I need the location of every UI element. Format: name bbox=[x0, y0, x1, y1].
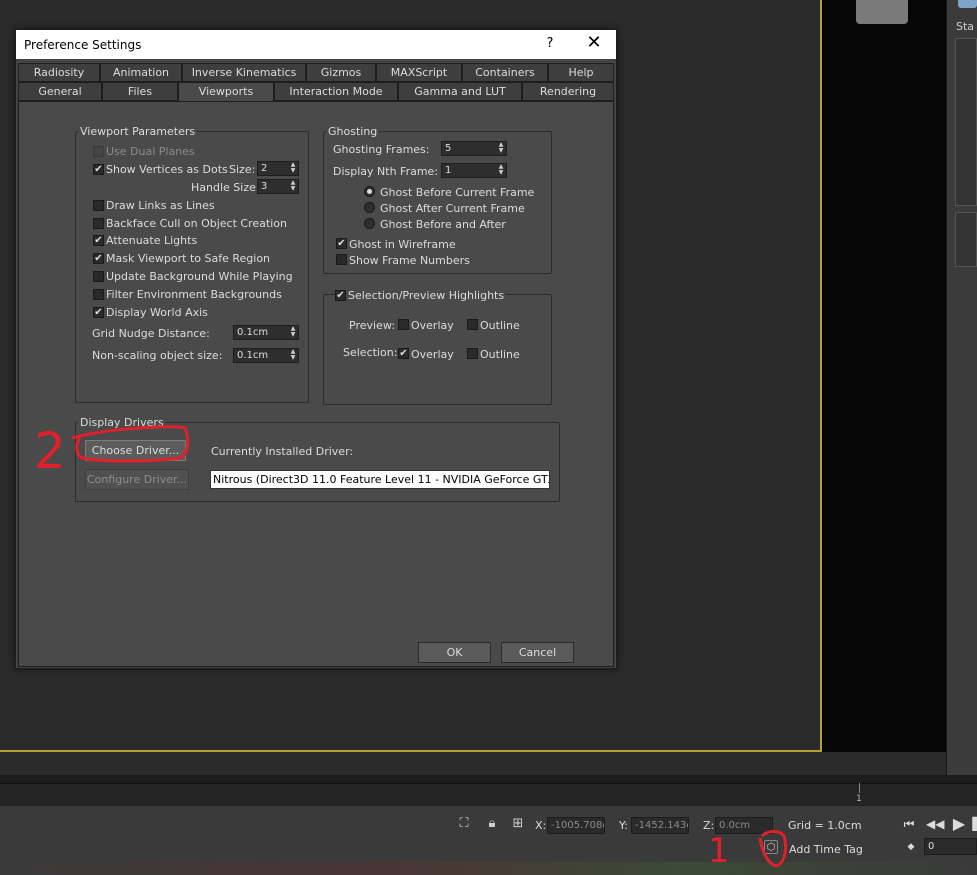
annotation-mark-2: 2 bbox=[34, 422, 66, 480]
app-window: Sta 1 ⛶ 🔒︎ ⊞ X: -1005.708c Y: -1452.143c… bbox=[0, 0, 977, 875]
annotation-overlay bbox=[71, 425, 788, 868]
annotation-circle-1 bbox=[758, 830, 788, 868]
annotation-circle-2 bbox=[71, 425, 190, 463]
annotation-mark-1: 1 bbox=[708, 831, 730, 871]
